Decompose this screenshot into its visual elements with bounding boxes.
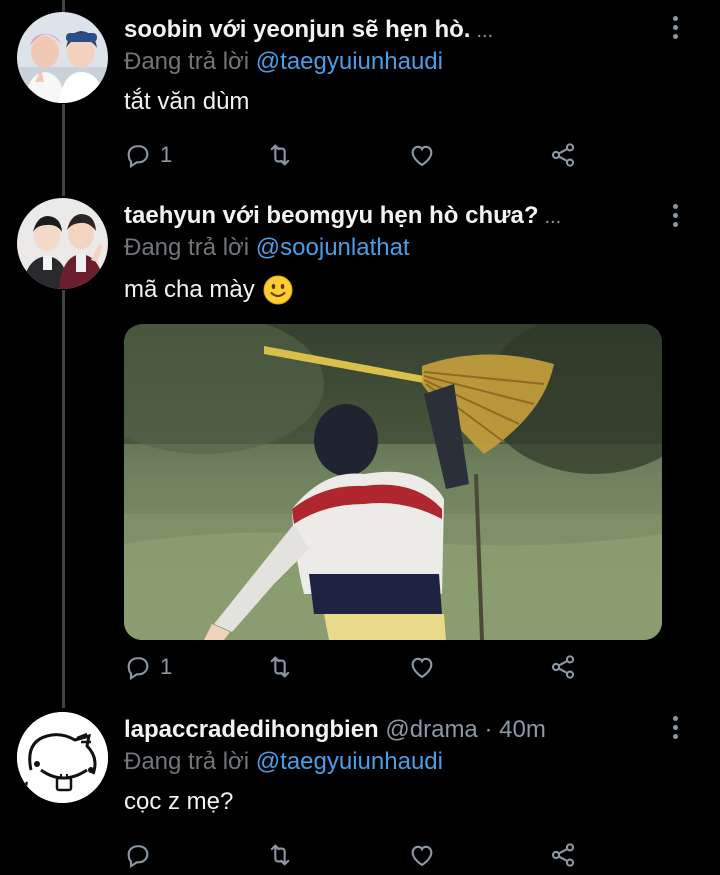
reply-icon [127,845,149,869]
reply-button[interactable]: 1 [124,140,172,170]
replying-to: Đang trả lời @taegyuiunhaudi [124,746,670,778]
replying-to: Đang trả lời @taegyuiunhaudi [124,46,670,78]
reply-button[interactable] [124,840,160,870]
tweet-text-body: tắt văn dùm [124,88,250,115]
more-icon[interactable] [672,716,680,742]
retweet-button[interactable] [266,840,294,870]
tweet-text: mã cha mày [124,274,670,306]
timestamp[interactable]: 40m [499,716,546,743]
tweet-text: cọc z mẹ? [124,786,670,818]
reply-mention-link[interactable]: @taegyuiunhaudi [256,748,443,775]
tweet-media-image[interactable] [124,324,662,640]
retweet-icon [270,144,290,166]
share-icon [551,843,575,867]
heart-icon [411,845,433,867]
retweet-button[interactable] [266,652,294,682]
reply-mention-link[interactable]: @soojunlathat [256,234,410,261]
more-icon[interactable] [672,16,680,42]
reply-mention-link[interactable]: @taegyuiunhaudi [256,48,443,75]
tweet-header: taehyun với beomgyu hẹn hò chưa?... [124,200,670,232]
reply-count: 1 [160,142,173,167]
reply-prefix: Đang trả lời [124,748,250,775]
tweet-text: tắt văn dùm [124,86,670,118]
reply-prefix: Đang trả lời [124,234,250,261]
reply-button[interactable]: 1 [124,652,172,682]
tweet-actions [124,840,584,870]
reply-count: 1 [160,654,173,679]
tweet-text-body: mã cha mày [124,276,255,303]
reply-icon [127,145,149,169]
like-button[interactable] [408,840,436,870]
share-button[interactable] [549,140,577,170]
tweet-header: soobin với yeonjun sẽ hẹn hò.... [124,14,670,46]
display-name[interactable]: lapaccradedihongbien [124,716,379,743]
slightly-smiling-face-icon [263,275,293,305]
like-button[interactable] [408,140,436,170]
heart-icon [411,145,433,167]
avatar[interactable] [17,198,108,289]
tweet-actions: 1 [124,652,584,682]
avatar[interactable] [17,712,108,803]
avatar[interactable] [17,12,108,103]
reply-icon [127,657,149,681]
share-button[interactable] [549,652,577,682]
truncation-ellipsis: ... [544,206,562,228]
tweet-header: lapaccradedihongbien @drama · 40m [124,714,670,746]
reply-prefix: Đang trả lời [124,48,250,75]
display-name[interactable]: soobin với yeonjun sẽ hẹn hò. [124,16,470,43]
like-button[interactable] [408,652,436,682]
separator-dot: · [484,716,493,743]
share-icon [551,655,575,679]
tweet-text-body: cọc z mẹ? [124,788,234,815]
display-name[interactable]: taehyun với beomgyu hẹn hò chưa? [124,202,539,229]
share-icon [551,143,575,167]
tweet[interactable]: lapaccradedihongbien @drama · 40m Đang t… [0,700,720,875]
more-icon[interactable] [672,204,680,230]
heart-icon [411,657,433,679]
tweet-actions: 1 [124,140,584,170]
retweet-icon [270,656,290,678]
replying-to: Đang trả lời @soojunlathat [124,232,670,264]
share-button[interactable] [549,840,577,870]
retweet-icon [270,844,290,866]
tweet[interactable]: taehyun với beomgyu hẹn hò chưa?... Đang… [0,188,720,700]
tweet[interactable]: soobin với yeonjun sẽ hẹn hò.... Đang tr… [0,0,720,188]
truncation-ellipsis: ... [476,20,494,42]
retweet-button[interactable] [266,140,294,170]
user-handle[interactable]: @drama [385,716,477,743]
